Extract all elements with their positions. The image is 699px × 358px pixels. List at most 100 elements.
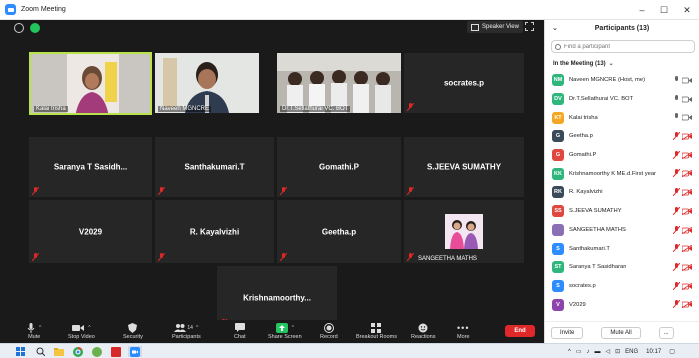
mic-off-icon[interactable] — [673, 300, 680, 309]
video-tile[interactable]: Gomathi.P — [277, 137, 401, 197]
search-input[interactable] — [564, 43, 684, 50]
more-options-button[interactable]: ... — [658, 326, 674, 339]
app-icon[interactable] — [91, 346, 102, 357]
mic-icon[interactable] — [673, 113, 680, 121]
stop-video-button[interactable]: ^ Stop Video — [68, 322, 95, 340]
video-off-icon[interactable] — [682, 263, 692, 271]
mic-off-icon[interactable] — [673, 206, 680, 215]
participant-row[interactable]: G Gomathi.P — [545, 146, 699, 165]
video-off-icon[interactable] — [682, 133, 692, 141]
file-explorer-icon[interactable] — [53, 346, 64, 357]
participant-row[interactable]: SS S.JEEVA SUMATHY — [545, 202, 699, 221]
record-button[interactable]: Record — [320, 322, 338, 340]
participant-avatar: G — [552, 149, 564, 162]
video-tile[interactable]: S.JEEVA SUMATHY — [404, 137, 524, 197]
mic-off-icon[interactable] — [673, 244, 680, 253]
video-off-icon[interactable] — [682, 151, 692, 159]
video-tile[interactable]: Dr.T.Sellathurai VC. BOT — [277, 53, 401, 113]
ime-icon[interactable]: ⊡ — [615, 348, 620, 355]
info-icon[interactable] — [14, 23, 24, 33]
participant-row[interactable]: S Santhakumari.T — [545, 239, 699, 258]
battery-icon[interactable]: ▭ — [576, 348, 582, 355]
volume-icon[interactable]: ◁ — [606, 348, 611, 355]
participant-row[interactable]: G Geetha.p — [545, 127, 699, 146]
participant-row[interactable]: SANGEETHA MATHS — [545, 221, 699, 240]
mic-tray-icon[interactable]: ♪ — [587, 349, 590, 355]
chat-button[interactable]: Chat — [234, 322, 246, 340]
video-options-caret[interactable]: ^ — [88, 325, 90, 331]
zoom-taskbar-icon[interactable] — [128, 346, 142, 357]
breakout-rooms-button[interactable]: Breakout Rooms — [356, 322, 397, 340]
participant-row[interactable]: ST Saranya T Sasidharan — [545, 258, 699, 277]
video-off-icon[interactable] — [682, 189, 692, 197]
mute-options-caret[interactable]: ^ — [39, 325, 41, 331]
more-button[interactable]: ••• More — [457, 322, 470, 341]
video-off-icon[interactable] — [682, 226, 692, 234]
mic-off-icon[interactable] — [673, 150, 680, 159]
video-off-icon[interactable] — [682, 282, 692, 290]
participant-row[interactable]: KT Kalai trisha — [545, 108, 699, 127]
pdf-reader-icon[interactable] — [110, 346, 121, 357]
video-tile[interactable]: Geetha.p — [277, 200, 401, 263]
search-icon[interactable] — [35, 346, 46, 357]
mic-off-icon[interactable] — [673, 169, 680, 178]
mute-button[interactable]: ^ Mute — [27, 322, 41, 340]
participant-row[interactable]: RK R. Kayalvizhi — [545, 183, 699, 202]
video-off-icon[interactable] — [682, 245, 692, 253]
reactions-button[interactable]: Reactions — [411, 322, 435, 340]
end-meeting-button[interactable]: End — [505, 325, 535, 337]
participant-row[interactable]: DV Dr.T.Sellathurai VC. BOT — [545, 90, 699, 109]
participant-row[interactable]: V V2029 — [545, 295, 699, 314]
video-icon[interactable] — [682, 77, 692, 84]
participants-button[interactable]: 14 ^ Participants — [172, 322, 201, 340]
mute-all-button[interactable]: Mute All — [601, 326, 641, 339]
participants-options-caret[interactable]: ^ — [196, 325, 198, 331]
participant-row[interactable]: KK Krishnamoorthy K ME.d.First year — [545, 164, 699, 183]
speaker-view-button[interactable]: Speaker View — [467, 21, 523, 33]
video-icon[interactable] — [682, 96, 692, 103]
in-meeting-section[interactable]: In the Meeting (13) ⌄ — [545, 57, 699, 70]
close-button[interactable]: ✕ — [676, 0, 698, 20]
mic-icon[interactable] — [673, 76, 680, 84]
security-button[interactable]: Security — [123, 322, 143, 340]
mic-off-icon[interactable] — [673, 132, 680, 141]
video-off-icon[interactable] — [682, 301, 692, 309]
collapse-chevron-icon[interactable]: ⌄ — [552, 24, 558, 32]
participant-list: NM Naveen MGNCRE (Host, me) DV Dr.T.Sellath… — [545, 71, 699, 314]
maximize-button[interactable]: ☐ — [653, 0, 675, 20]
participant-row[interactable]: Ssocrates.p — [545, 277, 699, 296]
video-tile[interactable]: Santhakumari.T — [155, 137, 274, 197]
share-options-caret[interactable]: ^ — [292, 325, 294, 331]
share-screen-button[interactable]: ^ Share Screen — [268, 322, 302, 340]
chrome-icon[interactable] — [72, 346, 83, 357]
participant-name: Santhakumari.T — [569, 245, 610, 252]
mic-off-icon[interactable] — [673, 225, 680, 234]
video-off-icon[interactable] — [682, 170, 692, 178]
mic-icon[interactable] — [673, 94, 680, 103]
network-icon[interactable]: ▬ — [595, 349, 601, 355]
video-tile[interactable]: socrates.p — [404, 53, 524, 113]
notifications-icon[interactable]: ▢ — [669, 348, 675, 355]
fullscreen-icon[interactable] — [525, 22, 534, 31]
windows-start-icon[interactable] — [15, 346, 26, 357]
mic-off-icon[interactable] — [673, 188, 680, 197]
video-tile[interactable]: Saranya T Sasidh... — [29, 137, 152, 197]
invite-button[interactable]: Invite — [551, 326, 584, 339]
mic-off-icon[interactable] — [673, 262, 680, 271]
language-indicator[interactable]: ENG — [625, 349, 638, 355]
mic-off-icon[interactable] — [673, 281, 680, 290]
tray-up-arrow-icon[interactable]: ^ — [568, 349, 571, 355]
video-off-icon[interactable] — [682, 207, 692, 215]
participant-search[interactable] — [551, 40, 695, 53]
participant-row[interactable]: NM Naveen MGNCRE (Host, me) — [545, 71, 699, 90]
section-label: In the Meeting (13) — [553, 60, 606, 67]
video-tile[interactable]: R. Kayalvizhi — [155, 200, 274, 263]
video-tile[interactable]: SANGEETHA MATHS — [404, 200, 524, 263]
minimize-button[interactable]: – — [631, 0, 653, 20]
clock[interactable]: 10:17 — [646, 349, 661, 355]
video-tile[interactable]: Kalai trisha — [29, 52, 152, 115]
video-tile[interactable]: V2029 — [29, 200, 152, 263]
video-icon[interactable] — [682, 114, 692, 121]
video-tile[interactable]: Naveen MGNCRE — [155, 53, 259, 113]
encryption-shield-icon[interactable] — [30, 23, 40, 33]
